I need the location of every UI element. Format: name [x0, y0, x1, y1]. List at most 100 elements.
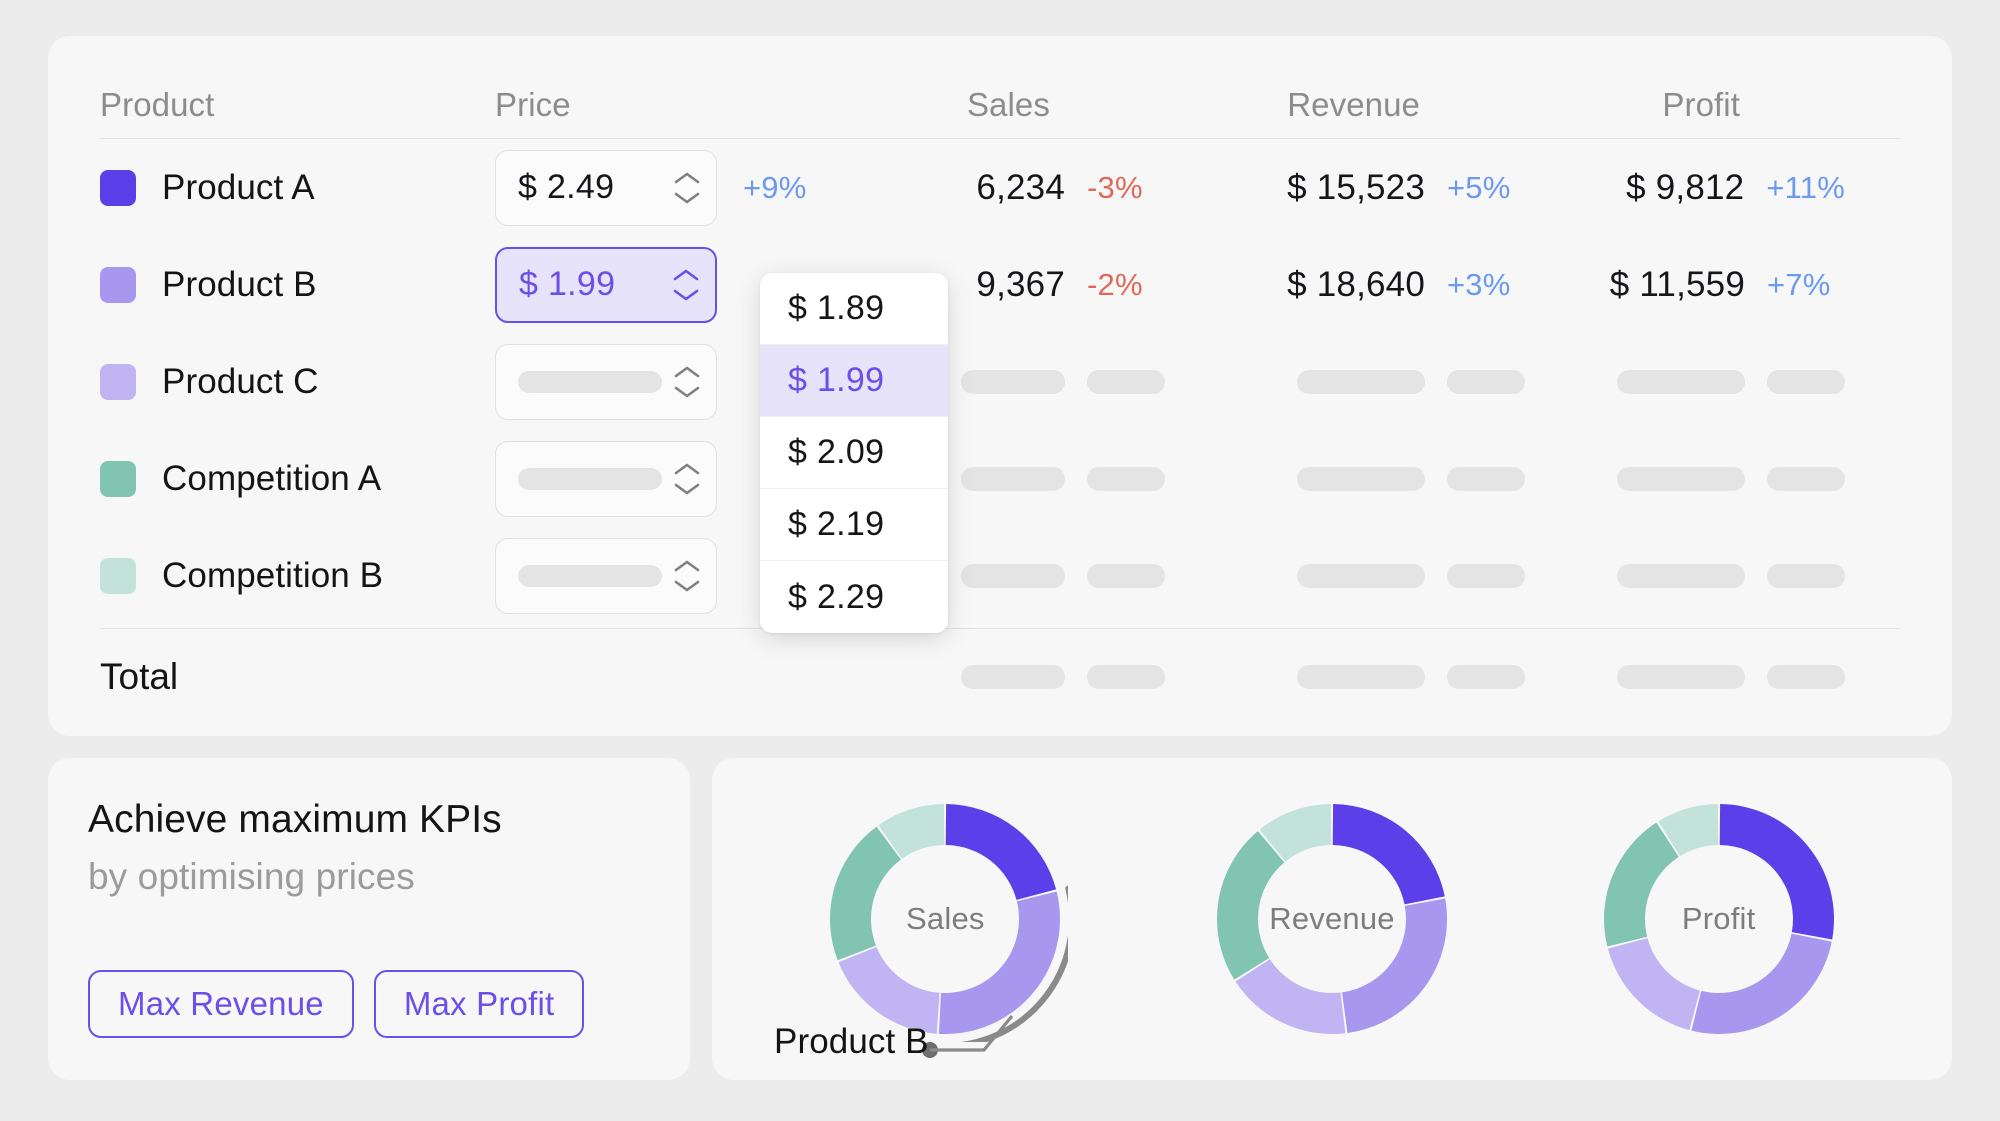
price-stepper[interactable]: $ 1.99: [495, 246, 717, 323]
product-cell: Product C: [100, 362, 495, 402]
revenue-delta: +5%: [1447, 169, 1511, 205]
skeleton-pill: [1297, 369, 1425, 394]
profit-cell: [1525, 466, 1845, 491]
donut-chart-sales: Sales: [822, 796, 1069, 1042]
annotation-label: Product B: [774, 1022, 929, 1061]
price-stepper[interactable]: [495, 440, 717, 517]
price-cell: $ 2.49 +9%: [495, 149, 840, 226]
skeleton-pill: [1447, 563, 1525, 588]
price-option[interactable]: $ 1.99: [760, 345, 948, 417]
stepper-controls[interactable]: [674, 365, 700, 398]
chevron-up-icon[interactable]: [674, 559, 700, 572]
price-stepper[interactable]: [495, 343, 717, 420]
price-option[interactable]: $ 2.29: [760, 561, 948, 633]
skeleton-pill: [1767, 466, 1845, 491]
column-header-price: Price: [495, 86, 571, 123]
product-name: Product B: [162, 264, 317, 304]
column-header-product: Product: [100, 86, 215, 123]
revenue-value: $ 15,523: [1287, 167, 1425, 207]
price-stepper[interactable]: [495, 537, 717, 614]
skeleton-pill: [1297, 665, 1425, 689]
skeleton-pill: [1617, 563, 1745, 588]
skeleton-pill: [1447, 665, 1525, 689]
product-cell: Product B: [100, 265, 495, 305]
chevron-down-icon[interactable]: [674, 191, 700, 204]
revenue-cell: [1165, 466, 1525, 491]
skeleton-pill: [961, 563, 1065, 588]
total-profit-cell: [1525, 665, 1845, 689]
skeleton-pill: [1447, 466, 1525, 491]
total-row: Total: [100, 629, 1900, 725]
pricing-table-card: Product Price Sales Revenue Profit Produ…: [48, 36, 1952, 736]
sales-value: 6,234: [976, 167, 1065, 207]
chevron-down-icon[interactable]: [674, 385, 700, 398]
skeleton-pill: [1767, 369, 1845, 394]
column-header-profit: Profit: [1662, 86, 1740, 123]
table-row: Product C: [100, 333, 1900, 430]
chevron-up-icon[interactable]: [674, 365, 700, 378]
skeleton-pill: [961, 369, 1065, 394]
donut-charts-card: Sales Revenue Profit Product B: [712, 758, 1952, 1080]
skeleton-pill: [1087, 466, 1165, 491]
price-input-value[interactable]: $ 1.99: [519, 265, 661, 304]
price-option[interactable]: $ 1.89: [760, 273, 948, 345]
price-stepper[interactable]: $ 2.49: [495, 149, 717, 226]
price-input-value[interactable]: $ 2.49: [518, 168, 662, 207]
stepper-controls[interactable]: [674, 559, 700, 592]
profit-cell: $ 11,559 +7%: [1525, 265, 1845, 305]
chevron-down-icon[interactable]: [673, 288, 699, 301]
skeleton-pill: [1087, 369, 1165, 394]
skeleton-pill: [1767, 665, 1845, 689]
chevron-down-icon[interactable]: [674, 579, 700, 592]
donut-chart-revenue: Revenue: [1209, 796, 1455, 1042]
table-row: Product A $ 2.49 +9% 6,234 -3% $ 15,523 +5% $ 9…: [100, 139, 1900, 236]
chevron-down-icon[interactable]: [674, 482, 700, 495]
revenue-cell: [1165, 369, 1525, 394]
sales-value: 9,367: [976, 264, 1065, 304]
product-name: Product C: [162, 361, 319, 401]
skeleton-pill: [1297, 466, 1425, 491]
chevron-up-icon[interactable]: [673, 268, 699, 281]
profit-value: $ 9,812: [1626, 167, 1745, 207]
profit-delta: +11%: [1766, 169, 1845, 205]
product-cell: Competition B: [100, 556, 495, 596]
skeleton-pill: [1087, 665, 1165, 689]
chevron-up-icon[interactable]: [674, 171, 700, 184]
product-name: Product A: [162, 167, 315, 207]
kpi-actions: Max Revenue Max Profit: [88, 970, 585, 1038]
price-option[interactable]: $ 2.09: [760, 417, 948, 489]
profit-cell: [1525, 563, 1845, 588]
product-cell: Product A: [100, 168, 495, 208]
product-color-swatch: [100, 169, 136, 206]
total-sales-cell: [840, 665, 1165, 689]
product-name: Competition A: [162, 458, 382, 498]
skeleton-pill: [518, 467, 662, 490]
product-name: Competition B: [162, 555, 384, 595]
sales-cell: 6,234 -3%: [840, 168, 1165, 208]
table-row: Competition A: [100, 430, 1900, 527]
price-option[interactable]: $ 2.19: [760, 489, 948, 561]
bottom-section: Achieve maximum KPIs by optimising price…: [48, 758, 1952, 1080]
product-color-swatch: [100, 266, 136, 303]
stepper-controls[interactable]: [674, 171, 700, 204]
max-revenue-button[interactable]: Max Revenue: [88, 970, 354, 1038]
max-profit-button[interactable]: Max Profit: [373, 970, 585, 1038]
table-row: Competition B: [100, 527, 1900, 624]
total-revenue-cell: [1165, 665, 1525, 689]
skeleton-pill: [1767, 563, 1845, 588]
stepper-controls[interactable]: [673, 268, 699, 301]
skeleton-pill: [1447, 369, 1525, 394]
product-color-swatch: [100, 557, 136, 594]
skeleton-pill: [1617, 665, 1745, 689]
price-dropdown-menu[interactable]: $ 1.89 $ 1.99 $ 2.09 $ 2.19 $ 2.29: [760, 273, 948, 633]
revenue-cell: $ 18,640 +3%: [1165, 265, 1525, 305]
stepper-controls[interactable]: [674, 462, 700, 495]
revenue-cell: $ 15,523 +5%: [1165, 168, 1525, 208]
revenue-cell: [1165, 563, 1525, 588]
chevron-up-icon[interactable]: [674, 462, 700, 475]
profit-cell: $ 9,812 +11%: [1525, 168, 1845, 208]
table-header-row: Product Price Sales Revenue Profit: [100, 70, 1900, 124]
skeleton-pill: [1617, 466, 1745, 491]
skeleton-pill: [1297, 563, 1425, 588]
revenue-delta: +3%: [1447, 266, 1511, 302]
